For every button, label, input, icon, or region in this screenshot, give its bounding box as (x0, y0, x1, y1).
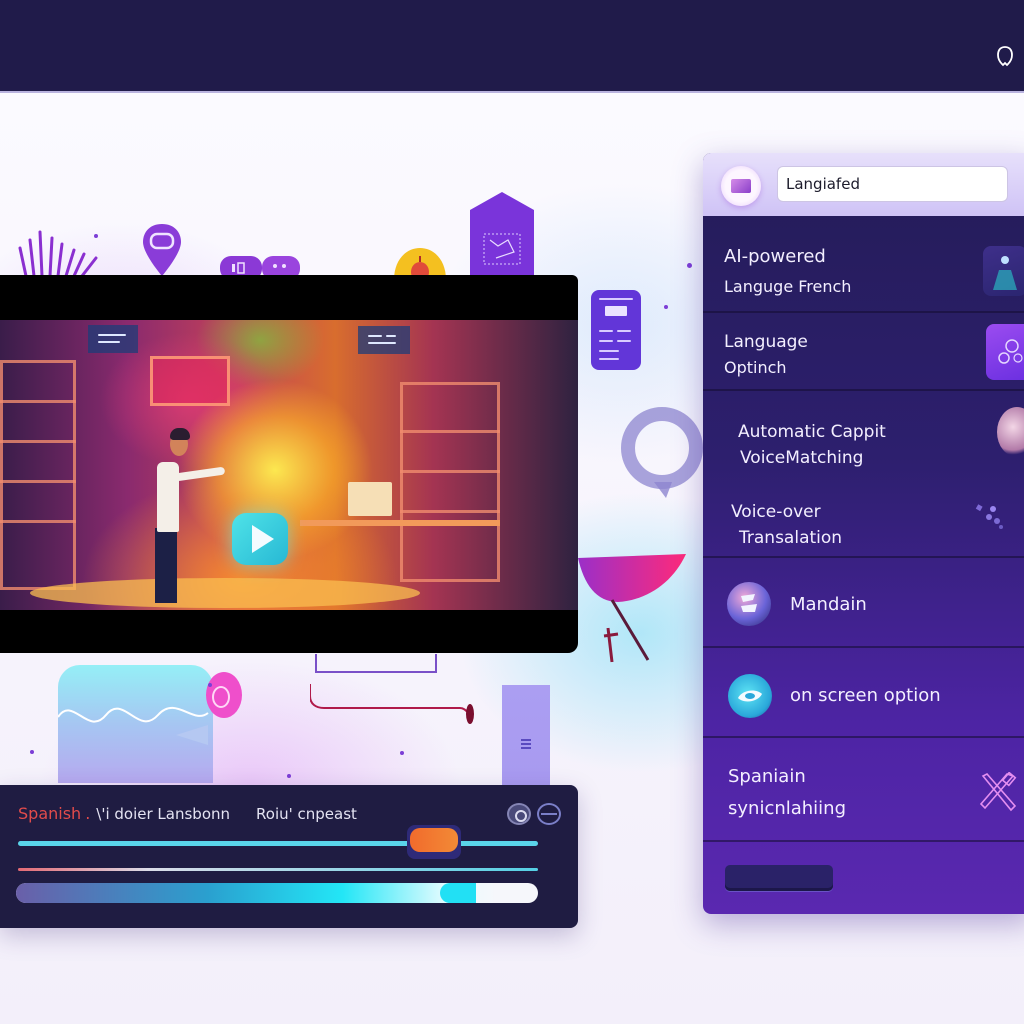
option-row-spanish-sync[interactable]: Spaniain synicnlahiing (703, 738, 1024, 842)
speaker-thumbnail (997, 407, 1024, 457)
water-tank-illustration (58, 665, 213, 783)
option-row-language[interactable]: Language Optinch (703, 313, 1024, 391)
video-frame[interactable] (0, 320, 578, 610)
tools-icon[interactable] (979, 772, 1017, 814)
eye-icon (728, 674, 772, 718)
cable-illustration (310, 654, 474, 724)
player-controls: Spanish . \'i doier Lansbonn Roiu' cnpea… (0, 785, 578, 928)
progress-fill (16, 883, 497, 903)
row-subtitle: Transalation (739, 528, 843, 548)
row-title: Language (724, 332, 808, 352)
shelf-line (400, 470, 500, 473)
mode-label: Roiu' cnpeast (256, 805, 357, 823)
bookshelf-left (0, 360, 76, 590)
row-title: on screen option (790, 685, 941, 706)
umbrella-illustration (578, 554, 686, 663)
shelf-line (400, 430, 500, 433)
person-arm (174, 466, 226, 482)
language-label[interactable]: Spanish (18, 804, 81, 824)
particles-icon (975, 504, 1003, 529)
progress-knob[interactable] (440, 883, 477, 903)
row-subtitle: Optinch (724, 358, 787, 377)
document-icon-illustration (591, 290, 641, 370)
bookshelf-right (400, 382, 500, 582)
overlay-chip (88, 325, 138, 353)
document-tower-illustration (470, 192, 534, 280)
row-title: Spaniain (728, 766, 806, 787)
account-icon[interactable] (994, 45, 1016, 71)
grass-illustration (18, 230, 98, 276)
translation-progress-bar[interactable] (16, 883, 538, 903)
row-subtitle: synicnlahiing (728, 798, 847, 819)
decor-dot (30, 750, 34, 754)
person-body (157, 462, 179, 532)
top-bar (0, 0, 1024, 93)
globe-icon[interactable] (537, 803, 561, 825)
video-player[interactable] (0, 275, 578, 653)
app-logo-icon[interactable] (721, 166, 761, 206)
controls-title: Spanish . \'i doier Lansbonn Roiu' cnpea… (18, 804, 357, 824)
play-button[interactable] (232, 513, 288, 565)
language-panel: AI-powered Languge French Language Optin… (703, 153, 1024, 914)
row-title: Voice-over (731, 502, 821, 522)
language-search-input[interactable] (777, 166, 1008, 202)
shelf-line (0, 440, 76, 443)
row-subtitle: Languge French (724, 277, 852, 296)
option-row-on-screen[interactable]: on screen option (703, 648, 1024, 738)
decor-dot (287, 774, 291, 778)
laptop (348, 482, 392, 516)
desk (300, 520, 500, 526)
overlay-chip (358, 326, 410, 354)
panel-header (703, 153, 1024, 216)
track-label: \'i doier Lansbonn (96, 805, 231, 823)
decor-dot (664, 305, 668, 309)
location-pin-illustration (143, 224, 181, 276)
knob-illustration (206, 672, 242, 718)
row-title: Automatic Cappit (738, 422, 886, 442)
panel-action-button[interactable] (725, 865, 833, 891)
translator-thumbnail (983, 246, 1024, 296)
option-row-ai-powered[interactable]: AI-powered Languge French (703, 216, 1024, 313)
audio-sync-line (18, 868, 538, 871)
option-row-mandarin[interactable]: Mandain (703, 558, 1024, 648)
floor-light (30, 578, 420, 608)
row-title: Mandain (790, 594, 867, 615)
play-icon (252, 525, 274, 553)
shelf-line (400, 510, 500, 513)
settings-icon[interactable] (507, 803, 531, 825)
wall-frame (150, 356, 230, 406)
shelf-line (0, 400, 76, 403)
decor-dot (687, 263, 692, 268)
flowers-thumbnail (986, 324, 1024, 380)
shelf-line (0, 520, 76, 523)
shelf-line (0, 480, 76, 483)
pillar-illustration (502, 685, 550, 785)
row-title: AI-powered (724, 246, 826, 267)
option-row-voice[interactable]: Automatic Cappit VoiceMatching Voice-ove… (703, 391, 1024, 558)
person-hair (170, 428, 190, 440)
mandarin-flag-icon (727, 582, 771, 626)
decor-dot (208, 683, 212, 687)
person-legs (155, 528, 177, 603)
decor-dot (400, 751, 404, 755)
separator: . (85, 804, 91, 823)
row-subtitle: VoiceMatching (740, 448, 864, 468)
playback-slider-thumb[interactable] (407, 825, 461, 859)
ring-illustration (621, 407, 703, 498)
